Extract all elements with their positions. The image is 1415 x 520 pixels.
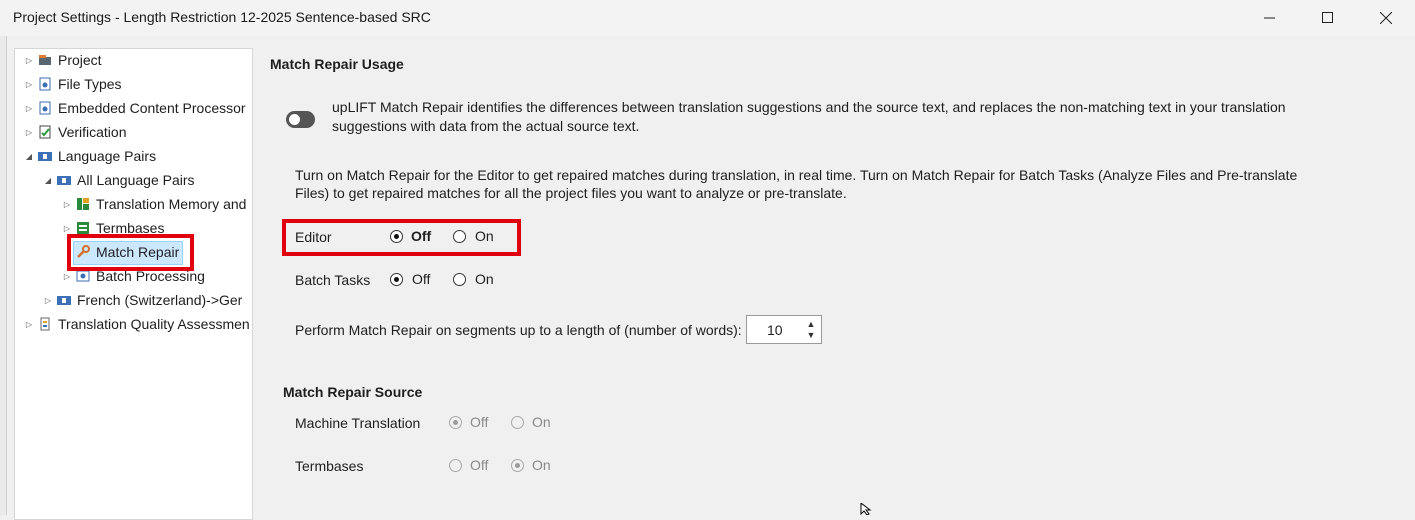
- mt-on-radio[interactable]: [511, 416, 524, 429]
- termbases-on-radio[interactable]: [511, 459, 524, 472]
- gear-doc-icon: [39, 101, 51, 115]
- maximize-button[interactable]: [1299, 0, 1357, 36]
- tree-label: Translation Memory and: [96, 196, 247, 212]
- tqa-icon: [40, 317, 50, 331]
- window-title: Project Settings - Length Restriction 12…: [13, 9, 431, 25]
- termbases-on-label[interactable]: On: [532, 457, 551, 473]
- tree-label: All Language Pairs: [77, 172, 195, 188]
- batch-off-radio[interactable]: [390, 273, 403, 286]
- project-icon: [39, 55, 51, 65]
- minimize-button[interactable]: [1241, 0, 1299, 36]
- batch-tasks-label: Batch Tasks: [295, 272, 371, 288]
- file-types-icon: [39, 77, 51, 91]
- maximize-icon: [1322, 12, 1333, 23]
- close-button[interactable]: [1357, 0, 1415, 36]
- source-heading: Match Repair Source: [283, 384, 423, 400]
- tree-label: Project: [58, 52, 102, 68]
- verification-icon: [39, 125, 51, 139]
- batch-off-label[interactable]: Off: [412, 271, 430, 287]
- tree-label: Translation Quality Assessmen: [58, 316, 250, 332]
- expand-arrow-icon[interactable]: ▷: [62, 223, 72, 233]
- highlight-box-match-repair: [67, 234, 194, 271]
- expand-arrow-icon[interactable]: ▷: [24, 103, 34, 113]
- tree-item-all-language-pairs[interactable]: ◢ All Language Pairs: [43, 169, 195, 191]
- title-bar: Project Settings - Length Restriction 12…: [0, 0, 1415, 36]
- language-pairs-icon: [57, 176, 71, 185]
- expand-arrow-icon[interactable]: ▷: [24, 319, 34, 329]
- language-pairs-icon: [57, 296, 71, 305]
- length-label: Perform Match Repair on segments up to a…: [295, 322, 742, 338]
- tree-item-tqa[interactable]: ▷ Translation Quality Assessmen: [24, 313, 250, 335]
- minimize-icon: [1264, 17, 1275, 19]
- tree-label: Verification: [58, 124, 127, 140]
- expand-arrow-icon[interactable]: ▷: [62, 199, 72, 209]
- batch-icon: [76, 270, 90, 282]
- expand-arrow-icon[interactable]: ▷: [24, 55, 34, 65]
- tree-item-language-pairs[interactable]: ◢ Language Pairs: [24, 145, 156, 167]
- mt-off-label[interactable]: Off: [470, 414, 488, 430]
- usage-info-line2: Files) to get repaired matches for all t…: [295, 185, 847, 201]
- mt-on-label[interactable]: On: [532, 414, 551, 430]
- tree-item-file-types[interactable]: ▷ File Types: [24, 73, 122, 95]
- spin-down-icon[interactable]: ▼: [805, 330, 817, 340]
- tree-label: Embedded Content Processor: [58, 100, 246, 116]
- tree-item-verification[interactable]: ▷ Verification: [24, 121, 127, 143]
- collapse-arrow-icon[interactable]: ◢: [24, 151, 34, 161]
- mt-off-radio[interactable]: [449, 416, 462, 429]
- close-icon: [1380, 12, 1392, 24]
- usage-description-line2: suggestions with data from the actual so…: [332, 118, 640, 134]
- termbases-off-label[interactable]: Off: [470, 457, 488, 473]
- termbases-label: Termbases: [295, 458, 364, 474]
- usage-info-line1: Turn on Match Repair for the Editor to g…: [295, 167, 1298, 183]
- batch-on-radio[interactable]: [453, 273, 466, 286]
- mouse-cursor-icon: [860, 503, 872, 515]
- tree-item-french-switzerland[interactable]: ▷ French (Switzerland)->Ger: [43, 289, 242, 311]
- tree-label: File Types: [58, 76, 122, 92]
- usage-heading: Match Repair Usage: [270, 56, 404, 72]
- tree-item-embedded-content[interactable]: ▷ Embedded Content Processor: [24, 97, 246, 119]
- mt-label: Machine Translation: [295, 415, 421, 431]
- termbases-off-radio[interactable]: [449, 459, 462, 472]
- collapse-arrow-icon[interactable]: ◢: [43, 175, 53, 185]
- tree-label: French (Switzerland)->Ger: [77, 292, 243, 308]
- usage-description-line1: upLIFT Match Repair identifies the diffe…: [332, 99, 1286, 115]
- tree-item-translation-memory[interactable]: ▷ Translation Memory and: [62, 193, 247, 215]
- left-edge: [0, 36, 7, 515]
- length-stepper[interactable]: 10 ▲ ▼: [746, 315, 822, 344]
- expand-arrow-icon[interactable]: ▷: [62, 271, 72, 281]
- expand-arrow-icon[interactable]: ▷: [24, 127, 34, 137]
- translation-memory-icon: [77, 198, 89, 210]
- tree-item-project[interactable]: ▷ Project: [24, 49, 102, 71]
- spin-up-icon[interactable]: ▲: [805, 319, 817, 329]
- length-value[interactable]: 10: [767, 322, 783, 338]
- batch-on-label[interactable]: On: [475, 271, 494, 287]
- termbase-icon: [77, 222, 89, 234]
- expand-arrow-icon[interactable]: ▷: [24, 79, 34, 89]
- expand-arrow-icon[interactable]: ▷: [43, 295, 53, 305]
- match-repair-toggle[interactable]: [286, 111, 315, 128]
- highlight-box-editor: [282, 219, 521, 256]
- language-pairs-icon: [38, 152, 52, 161]
- tree-label: Language Pairs: [58, 148, 157, 164]
